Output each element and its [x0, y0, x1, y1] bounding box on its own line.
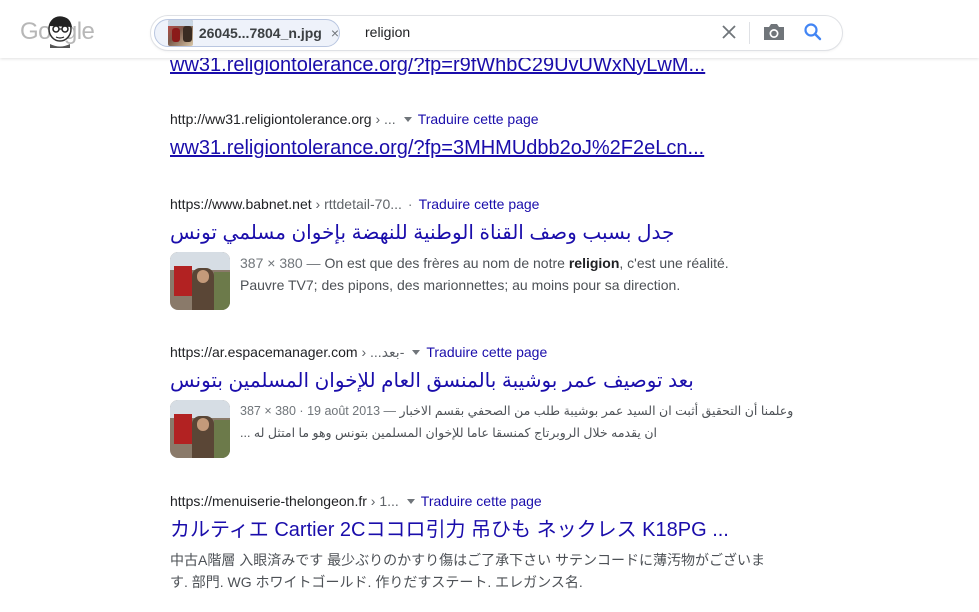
- dropdown-arrow-icon[interactable]: [403, 116, 412, 122]
- translate-link[interactable]: Traduire cette page: [421, 493, 542, 509]
- search-result: https://ar.espacemanager.com › ...بعد- T…: [170, 342, 793, 458]
- doodle-portrait-icon: [48, 16, 72, 48]
- result-title[interactable]: بعد توصيف عمر بوشيبة بالمنسق العام للإخو…: [170, 368, 770, 394]
- chip-remove-icon[interactable]: ×: [331, 25, 339, 41]
- translate-link[interactable]: Traduire cette page: [419, 196, 540, 212]
- snippet-highlight: religion: [568, 255, 620, 271]
- result-cite: https://www.babnet.net › rttdetail-70...…: [170, 194, 770, 214]
- result-thumbnail[interactable]: [170, 252, 230, 310]
- result-snippet-row: 387 × 380 · 19 août 2013 — وعلمنا أن الت…: [170, 400, 793, 458]
- result-snippet: 387 × 380 · 19 août 2013 — وعلمنا أن الت…: [240, 400, 793, 458]
- result-domain[interactable]: https://ar.espacemanager.com: [170, 344, 358, 360]
- result-cite: https://ar.espacemanager.com › ...بعد- T…: [170, 342, 770, 362]
- translate-link[interactable]: Traduire cette page: [426, 344, 547, 360]
- dropdown-arrow-icon[interactable]: [412, 349, 421, 355]
- result-breadcrumb: › rttdetail-70...: [315, 196, 402, 212]
- search-box[interactable]: 26045...7804_n.jpg × religion: [150, 15, 843, 51]
- result-domain[interactable]: https://www.babnet.net: [170, 196, 312, 212]
- result-snippet: 中古A階層 入眼済みです 最少ぶりのかすり傷はご了承下さい サテンコードに薄汚物…: [170, 549, 770, 593]
- search-result: http://ww31.religiontolerance.org › ... …: [170, 109, 770, 161]
- chip-image-thumbnail: [168, 20, 193, 46]
- translate-link[interactable]: Traduire cette page: [418, 111, 539, 127]
- snippet-text: 中古A階層 入眼済みです 最少ぶりのかすり傷はご了承下さい サテンコードに薄汚物…: [170, 552, 766, 568]
- search-result: https://menuiserie-thelongeon.fr › 1... …: [170, 491, 770, 593]
- clear-search-icon[interactable]: [717, 20, 741, 44]
- snippet-text: وعلمنا أن التحقيق أثبت ان السيد عمر بوشي…: [399, 404, 794, 418]
- search-icon[interactable]: [801, 20, 825, 44]
- search-header: Google 26045...7804_n.jpg × religion: [0, 0, 979, 58]
- image-meta: 387 × 380 · 19 août 2013 —: [240, 404, 397, 418]
- result-breadcrumb: › ...: [375, 111, 396, 127]
- snippet-text: す. 部門. WG ホワイトゴールド. 作りだすステート. エレガンス名.: [170, 574, 583, 590]
- camera-icon[interactable]: [761, 20, 787, 44]
- search-input[interactable]: religion: [365, 24, 410, 40]
- search-result: https://www.babnet.net › rttdetail-70...…: [170, 194, 770, 310]
- result-cite: http://ww31.religiontolerance.org › ... …: [170, 109, 770, 129]
- result-title[interactable]: جدل بسبب وصف القناة الوطنية للنهضة بإخوا…: [170, 220, 770, 246]
- result-title[interactable]: カルティエ Cartier 2Cココロ引力 吊ひも ネックレス K18PG ..…: [170, 517, 770, 543]
- result-cite: https://menuiserie-thelongeon.fr › 1... …: [170, 491, 770, 511]
- result-breadcrumb: › 1...: [370, 493, 399, 509]
- result-snippet-row: 387 × 380 — On est que des frères au nom…: [170, 252, 770, 310]
- result-snippet: 387 × 380 — On est que des frères au nom…: [240, 252, 770, 310]
- result-domain[interactable]: http://ww31.religiontolerance.org: [170, 111, 372, 127]
- snippet-text: On est que des frères au nom de notre: [320, 255, 569, 271]
- search-divider: [749, 22, 750, 44]
- result-thumbnail[interactable]: [170, 400, 230, 458]
- google-doodle-logo[interactable]: Google: [20, 14, 108, 50]
- snippet-text: ان يقدمه خلال الروبرتاج كمنسقا عاما للإخ…: [240, 426, 658, 440]
- dropdown-arrow-icon[interactable]: [406, 498, 415, 504]
- chip-filename: 26045...7804_n.jpg: [198, 25, 322, 41]
- result-domain[interactable]: https://menuiserie-thelongeon.fr: [170, 493, 367, 509]
- result-breadcrumb: › ...بعد-: [361, 343, 405, 360]
- image-query-chip[interactable]: 26045...7804_n.jpg ×: [154, 19, 340, 47]
- cite-separator: ·: [407, 196, 413, 212]
- result-title[interactable]: ww31.religiontolerance.org/?fp=3MHMUdbb2…: [170, 135, 770, 161]
- image-meta: 387 × 380 —: [240, 255, 321, 271]
